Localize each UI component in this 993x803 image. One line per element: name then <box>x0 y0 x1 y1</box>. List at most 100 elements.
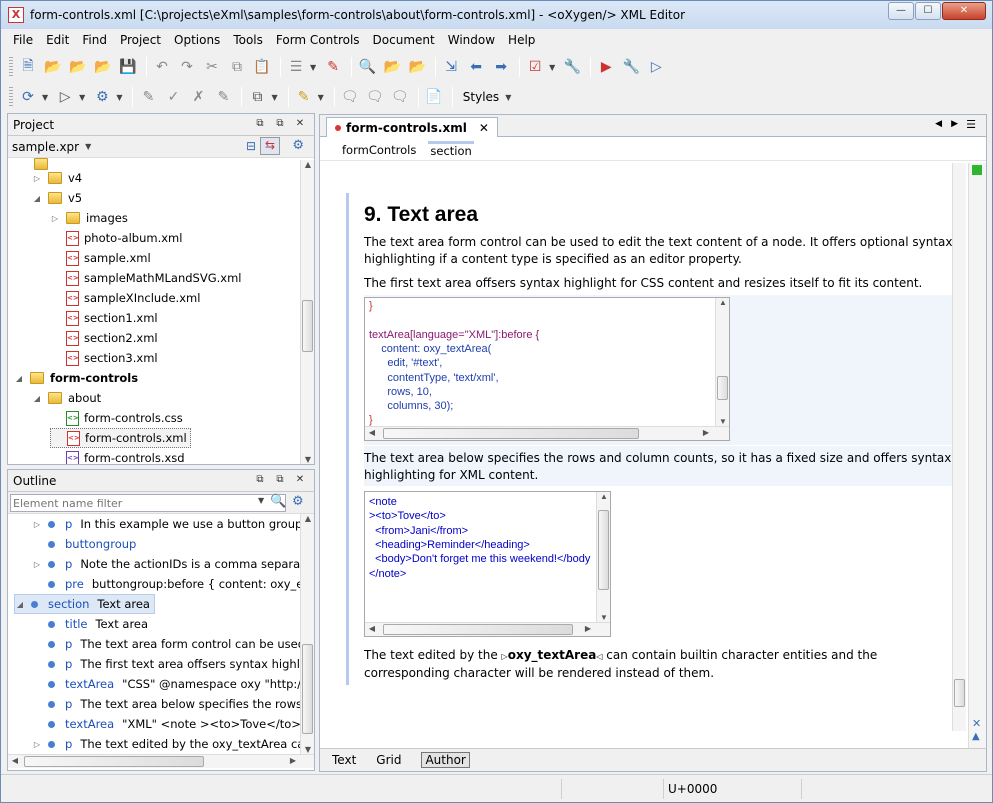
chevron-down-icon[interactable]: ▼ <box>258 496 264 505</box>
tree-item[interactable]: <> sampleMathMLandSVG.xml <box>50 268 241 288</box>
close-panel-icon[interactable]: ✕ <box>292 473 308 487</box>
chevron-down-icon[interactable]: ▼ <box>116 93 122 102</box>
chevron-down-icon[interactable]: ▼ <box>42 93 48 102</box>
reject-change-icon[interactable]: ✗ <box>187 86 209 108</box>
open-folder-icon[interactable]: 📂 <box>42 56 64 78</box>
outline-item[interactable]: buttongroup <box>32 534 144 554</box>
breadcrumb-item-formcontrols[interactable]: formControls <box>342 143 416 157</box>
validate-icon[interactable]: ☑ <box>524 56 546 78</box>
styles-dropdown[interactable]: Styles <box>463 90 499 104</box>
outline-item[interactable]: title Text area <box>32 614 148 634</box>
redo-icon[interactable]: ↷ <box>176 56 198 78</box>
chevron-down-icon[interactable]: ▼ <box>271 93 277 102</box>
xml-textarea-scrollbar[interactable]: ▲ ▼ <box>596 492 610 622</box>
expanded-arrow-icon[interactable]: ◢ <box>14 374 24 383</box>
xml-text-area[interactable]: <note ><to>Tove</to> <from>Jani</from> <h… <box>364 491 611 637</box>
outline-item[interactable]: p The text area below specifies the rows … <box>32 694 314 714</box>
forward-arrow-icon[interactable]: ➡ <box>490 56 512 78</box>
outline-item[interactable]: p The first text area offsers syntax high… <box>32 654 314 674</box>
editor-tab-form-controls[interactable]: form-controls.xml ✕ <box>326 117 498 137</box>
chevron-down-icon[interactable]: ▼ <box>79 93 85 102</box>
editor-scrollbar[interactable] <box>952 163 966 731</box>
back-arrow-icon[interactable]: ⬅ <box>465 56 487 78</box>
breadcrumb-item-section[interactable]: section <box>428 141 474 158</box>
open-file-at-cursor-icon[interactable]: 📂 <box>406 56 428 78</box>
tree-item[interactable]: <> section2.xml <box>50 328 158 348</box>
float-panel-icon[interactable]: ⧉ <box>252 473 268 487</box>
project-file-selector[interactable]: sample.xpr <box>12 140 79 154</box>
menu-form-controls[interactable]: Form Controls <box>276 33 360 47</box>
scroll-down-arrow-icon[interactable]: ▼ <box>716 417 729 426</box>
chevron-down-icon[interactable]: ▼ <box>549 63 555 72</box>
menu-edit[interactable]: Edit <box>46 33 69 47</box>
chevron-up-icon[interactable]: ▲ <box>972 731 980 742</box>
manage-reviews-icon[interactable]: 📄 <box>423 86 445 108</box>
cut-icon[interactable]: ✂ <box>201 56 223 78</box>
scroll-up-arrow-icon[interactable]: ▲ <box>716 298 729 307</box>
menu-find[interactable]: Find <box>82 33 107 47</box>
outline-item[interactable]: pre buttongroup:before { content: oxy_edi <box>32 574 314 594</box>
tree-item[interactable]: <> form-controls.css <box>50 408 183 428</box>
previous-tab-icon[interactable]: ◀ <box>935 119 942 129</box>
scroll-down-arrow-icon[interactable]: ▼ <box>597 613 610 622</box>
pin-icon[interactable]: ⧉ <box>272 473 288 487</box>
format-icon[interactable]: ☰ <box>285 56 307 78</box>
tree-item[interactable]: ◢ form-controls <box>14 368 138 388</box>
expanded-arrow-icon[interactable]: ◢ <box>32 194 42 203</box>
css-textarea-scrollbar[interactable]: ▲ ▼ <box>715 298 729 426</box>
save-icon[interactable]: 💾 <box>117 56 139 78</box>
scroll-left-arrow-icon[interactable]: ◀ <box>365 624 379 633</box>
edit-attributes-icon[interactable]: ✎ <box>322 56 344 78</box>
add-comment-icon[interactable]: 🗨 <box>339 86 361 108</box>
scroll-thumb[interactable] <box>954 679 965 707</box>
outline-item[interactable]: ▷ p In this example we use a button group … <box>32 514 314 534</box>
copy-style-icon[interactable]: ⧉ <box>246 86 268 108</box>
scroll-left-arrow-icon[interactable]: ◀ <box>365 428 379 437</box>
css-text-area[interactable]: } textArea[language="XML"]:before { conte… <box>364 297 730 441</box>
tree-item[interactable]: <> section3.xml <box>50 348 158 368</box>
tree-item[interactable]: <> form-controls.xml <box>50 428 191 448</box>
scroll-thumb[interactable] <box>383 624 573 635</box>
edit-comment-icon[interactable]: 🗨 <box>364 86 386 108</box>
configure-transformation-icon[interactable]: 🔧 <box>620 56 642 78</box>
menu-document[interactable]: Document <box>373 33 435 47</box>
expanded-arrow-icon[interactable]: ◢ <box>15 600 25 609</box>
close-tab-icon[interactable]: ✕ <box>479 121 489 135</box>
find-icon[interactable]: 🔍 <box>356 56 378 78</box>
mode-tab-grid[interactable]: Grid <box>376 753 401 767</box>
menu-tools[interactable]: Tools <box>233 33 263 47</box>
float-panel-icon[interactable]: ⧉ <box>252 117 268 131</box>
expanded-arrow-icon[interactable]: ◢ <box>32 394 42 403</box>
new-file-icon[interactable]: 🗎 <box>17 56 39 78</box>
scroll-down-arrow-icon[interactable]: ▼ <box>301 745 314 754</box>
collapsed-arrow-icon[interactable]: ▷ <box>32 560 42 569</box>
close-panel-icon[interactable]: ✕ <box>292 117 308 131</box>
collapsed-arrow-icon[interactable]: ▷ <box>50 214 60 223</box>
outline-item[interactable]: ▷ p Note the actionIDs is a comma separate… <box>32 554 314 574</box>
outline-horizontal-scrollbar[interactable]: ◀ ▶ <box>8 754 314 768</box>
highlight-icon[interactable]: ✎ <box>293 86 315 108</box>
link-with-editor-icon[interactable]: ⇆ <box>260 137 280 155</box>
menu-project[interactable]: Project <box>120 33 161 47</box>
outline-scrollbar[interactable]: ▲ ▼ <box>300 514 314 754</box>
open-project-icon[interactable]: 📂 <box>92 56 114 78</box>
tree-item[interactable]: <> section1.xml <box>50 308 158 328</box>
tree-item[interactable]: ▷ v4 <box>32 168 82 188</box>
gear-icon[interactable]: ⚙ <box>292 138 304 153</box>
search-icon[interactable]: 🔍 <box>270 494 286 509</box>
collapse-ruler-icon[interactable]: ✕ <box>972 717 981 730</box>
tree-item[interactable]: ▷ images <box>50 208 128 228</box>
outline-item[interactable]: ▷ p The text edited by the oxy_textArea ca… <box>32 734 314 754</box>
minimize-button[interactable]: — <box>888 2 914 20</box>
tree-item[interactable]: <> sampleXInclude.xml <box>50 288 200 308</box>
scroll-down-arrow-icon[interactable]: ▼ <box>301 455 314 464</box>
scroll-thumb[interactable] <box>302 644 313 734</box>
outline-item[interactable]: textArea "CSS" @namespace oxy "http://www <box>32 674 314 694</box>
pin-icon[interactable]: ⧉ <box>272 117 288 131</box>
paste-icon[interactable]: 📋 <box>251 56 273 78</box>
collapsed-arrow-icon[interactable]: ▷ <box>32 520 42 529</box>
tags-display-icon[interactable]: ▷ <box>54 86 76 108</box>
outline-item[interactable]: p The text area form control can be used … <box>32 634 314 654</box>
find-in-files-icon[interactable]: 📂 <box>381 56 403 78</box>
last-edit-icon[interactable]: ⇲ <box>440 56 462 78</box>
